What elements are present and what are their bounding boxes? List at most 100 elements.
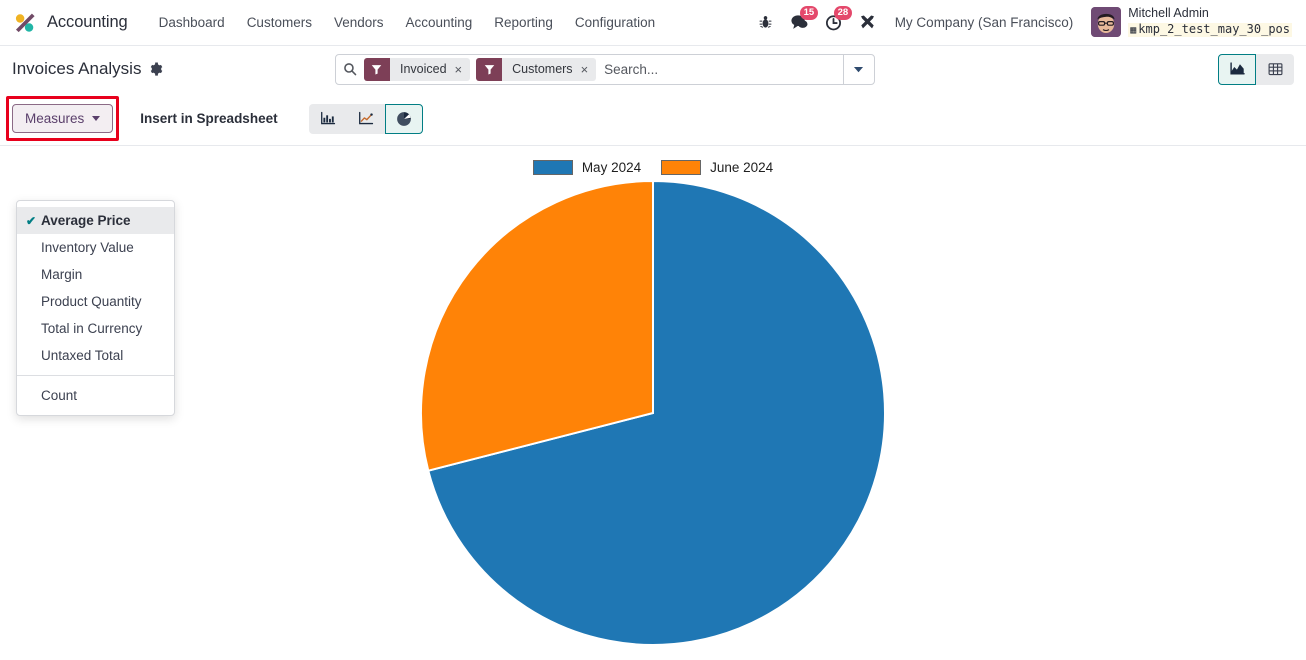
page-title: Invoices Analysis xyxy=(12,59,142,78)
measure-item-average-price[interactable]: ✔ Average Price xyxy=(17,207,174,234)
gear-glyph xyxy=(151,62,163,76)
chevron-down-icon xyxy=(854,66,864,72)
facet-body: Customers × xyxy=(502,57,597,81)
area-chart-icon xyxy=(1229,62,1245,75)
chart-legend: May 2024 June 2024 xyxy=(0,146,1306,175)
pie-chart-icon xyxy=(396,111,411,126)
avatar xyxy=(1091,7,1122,38)
top-navbar: Accounting Dashboard Customers Vendors A… xyxy=(0,0,1306,46)
bug-glyph xyxy=(759,16,772,28)
measures-label: Measures xyxy=(25,111,85,126)
view-switcher xyxy=(1218,53,1294,85)
messages-icon[interactable]: 15 xyxy=(783,5,818,39)
user-name: Mitchell Admin xyxy=(1128,6,1209,21)
facet-body: Invoiced × xyxy=(389,57,471,81)
chart-area: May 2024 June 2024 xyxy=(0,146,1306,654)
database-name: kmp_2_test_may_30_pos xyxy=(1138,22,1290,37)
search-facets: Invoiced × Customers × xyxy=(363,55,597,84)
company-selector[interactable]: My Company (San Francisco) xyxy=(885,9,1084,36)
legend-label-june-2024: June 2024 xyxy=(710,160,774,175)
navbar-right: 15 28 My Company (San Francisco) Mitchel… xyxy=(749,4,1296,41)
menu-item-customers[interactable]: Customers xyxy=(236,9,323,36)
user-menu[interactable]: Mitchell Admin ▦ kmp_2_test_may_30_pos xyxy=(1083,4,1296,41)
filter-icon xyxy=(476,57,503,81)
pie-chart-button[interactable] xyxy=(384,103,423,134)
chart-type-toggle xyxy=(308,103,423,134)
wrench-screwdriver-glyph xyxy=(861,15,875,29)
measure-label: Product Quantity xyxy=(41,294,142,309)
line-chart-icon xyxy=(358,111,373,125)
bar-chart-icon xyxy=(320,111,335,125)
bar-chart-button[interactable] xyxy=(308,103,347,134)
dropdown-divider xyxy=(17,375,174,376)
odoo-logo xyxy=(15,13,35,32)
tools-icon[interactable] xyxy=(851,5,885,39)
facet-invoiced[interactable]: Invoiced × xyxy=(363,57,471,81)
check-icon: ✔ xyxy=(26,213,37,228)
measure-label: Total in Currency xyxy=(41,321,143,336)
funnel-glyph xyxy=(484,64,494,74)
measure-label: Untaxed Total xyxy=(41,348,124,363)
legend-swatch-june-2024 xyxy=(661,160,702,175)
magnifier-glyph xyxy=(344,63,357,76)
measure-item-untaxed-total[interactable]: Untaxed Total xyxy=(17,342,174,369)
close-icon[interactable]: × xyxy=(455,62,463,77)
view-pivot[interactable] xyxy=(1256,53,1294,85)
measures-wrapper: Measures xyxy=(6,96,120,141)
menu-item-accounting[interactable]: Accounting xyxy=(395,9,484,36)
search-icon xyxy=(336,55,364,84)
filter-icon xyxy=(363,57,390,81)
pie-slice[interactable] xyxy=(420,179,654,472)
measure-item-margin[interactable]: Margin xyxy=(17,261,174,288)
close-icon[interactable]: × xyxy=(581,62,589,77)
facet-label: Invoiced xyxy=(399,62,447,76)
measure-item-count[interactable]: Count xyxy=(17,382,174,409)
search-dropdown-toggle[interactable] xyxy=(842,54,874,84)
main-menu: Dashboard Customers Vendors Accounting R… xyxy=(148,9,667,36)
menu-item-configuration[interactable]: Configuration xyxy=(564,9,666,36)
insert-in-spreadsheet-button[interactable]: Insert in Spreadsheet xyxy=(127,104,290,133)
facet-label: Customers xyxy=(512,62,573,76)
view-graph[interactable] xyxy=(1218,53,1256,85)
breadcrumb: Invoices Analysis xyxy=(12,59,163,79)
measure-item-total-in-currency[interactable]: Total in Currency xyxy=(17,315,174,342)
pie-chart[interactable] xyxy=(418,178,888,648)
measure-item-product-quantity[interactable]: Product Quantity xyxy=(17,288,174,315)
database-label: ▦ kmp_2_test_may_30_pos xyxy=(1128,22,1292,38)
measure-label: Count xyxy=(41,388,78,403)
pie-chart-wrapper xyxy=(0,146,1306,654)
menu-item-dashboard[interactable]: Dashboard xyxy=(148,9,236,36)
funnel-glyph xyxy=(372,64,382,74)
database-icon: ▦ xyxy=(1130,25,1137,37)
measures-dropdown: ✔ Average Price Inventory Value Margin P… xyxy=(16,200,175,416)
line-chart-button[interactable] xyxy=(346,103,385,134)
legend-swatch-may-2024 xyxy=(532,160,573,175)
menu-item-reporting[interactable]: Reporting xyxy=(483,9,564,36)
gear-icon[interactable] xyxy=(149,62,163,76)
user-text: Mitchell Admin ▦ kmp_2_test_may_30_pos xyxy=(1128,6,1292,39)
pie-slice[interactable] xyxy=(427,179,886,646)
measure-label: Margin xyxy=(41,267,83,282)
legend-label-may-2024: May 2024 xyxy=(581,160,642,175)
control-panel-top: Invoices Analysis Invoiced × Customers ×… xyxy=(0,46,1306,92)
brand-name: Accounting xyxy=(47,13,128,31)
menu-item-vendors[interactable]: Vendors xyxy=(323,9,395,36)
measures-button[interactable]: Measures xyxy=(12,104,114,133)
facet-customers[interactable]: Customers × xyxy=(476,57,597,81)
legend-item-may-2024[interactable]: May 2024 xyxy=(532,160,642,175)
legend-item-june-2024[interactable]: June 2024 xyxy=(661,160,773,175)
messages-badge: 15 xyxy=(800,6,818,21)
brand-home-link[interactable]: Accounting xyxy=(12,10,128,36)
measure-label: Average Price xyxy=(41,213,131,228)
chevron-down-icon xyxy=(92,116,101,121)
control-panel-bottom: Measures Insert in Spreadsheet xyxy=(0,92,1306,145)
search-input[interactable] xyxy=(596,54,843,84)
bug-icon[interactable] xyxy=(749,5,783,39)
measure-item-inventory-value[interactable]: Inventory Value xyxy=(17,234,174,261)
search-view: Invoiced × Customers × xyxy=(334,53,875,85)
activities-badge: 28 xyxy=(834,6,852,21)
activities-clock-icon[interactable]: 28 xyxy=(817,5,852,39)
pivot-table-icon xyxy=(1268,63,1282,76)
measure-label: Inventory Value xyxy=(41,240,134,255)
control-panel: Invoices Analysis Invoiced × Customers ×… xyxy=(0,46,1306,416)
